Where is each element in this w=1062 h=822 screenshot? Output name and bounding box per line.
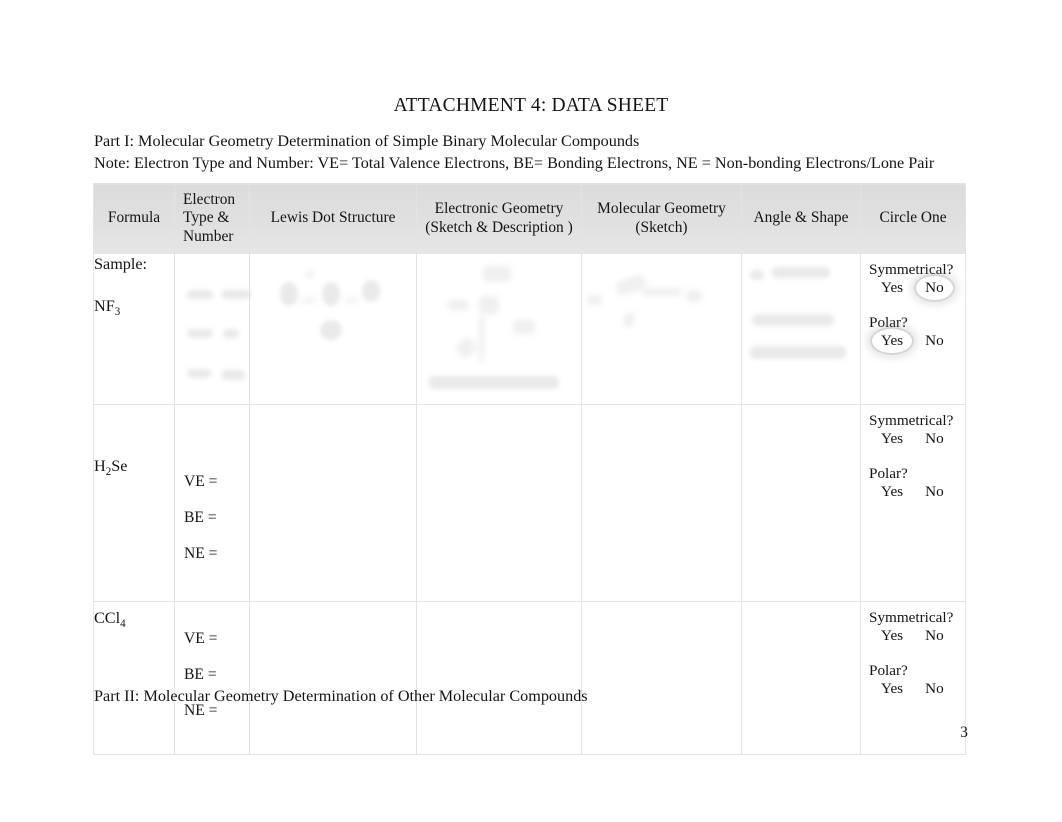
handwriting-angle-shape-sample	[742, 254, 860, 404]
cell-circle-one-h2se[interactable]: Symmetrical? Yes No Polar? Yes No	[860, 404, 966, 602]
symmetrical-yes-option[interactable]: Yes	[881, 627, 903, 645]
molecular-geometry-table: Formula Electron Type & Number Lewis Dot…	[93, 183, 966, 755]
polar-options-sample[interactable]: Yes No	[869, 327, 944, 355]
header-electronic-geometry-line1: Electronic Geometry	[434, 200, 564, 217]
part-ii-heading: Part II: Molecular Geometry Determinatio…	[94, 687, 588, 705]
cell-molecular-geometry-ccl4[interactable]	[581, 601, 742, 755]
polar-no-option[interactable]: No	[925, 483, 944, 501]
symmetrical-no-option[interactable]: No	[925, 430, 944, 448]
table-header-row: Formula Electron Type & Number Lewis Dot…	[93, 183, 966, 254]
symmetrical-question-label: Symmetrical?	[869, 261, 954, 278]
polar-yes-option[interactable]: Yes	[881, 680, 903, 698]
cell-electronic-geometry-sample[interactable]	[416, 253, 582, 405]
cell-electronic-geometry-h2se[interactable]	[416, 404, 582, 602]
symmetrical-no-option[interactable]: No	[914, 274, 954, 302]
polar-yes-option[interactable]: Yes	[869, 327, 915, 355]
polar-yes-option[interactable]: Yes	[881, 483, 903, 501]
cell-electron-type-h2se[interactable]: VE = BE = NE =	[174, 404, 250, 602]
symmetrical-yes-option[interactable]: Yes	[881, 279, 903, 297]
cell-lewis-h2se[interactable]	[249, 404, 417, 602]
handwriting-electron-sample	[175, 254, 251, 404]
cell-formula-sample: Sample: NF3	[93, 253, 175, 405]
ne-label-h2se: NE =	[184, 545, 218, 562]
formula-nf3: NF3	[94, 297, 121, 318]
symmetrical-question-label: Symmetrical?	[869, 609, 954, 626]
cell-angle-shape-ccl4[interactable]	[741, 601, 861, 755]
part-i-heading: Part I: Molecular Geometry Determination…	[94, 132, 640, 150]
cell-lewis-sample[interactable]	[249, 253, 417, 405]
symmetrical-question-label: Symmetrical?	[869, 412, 954, 429]
cell-molecular-geometry-h2se[interactable]	[581, 404, 742, 602]
header-electron-type-number: Electron Type & Number	[174, 183, 250, 254]
symmetrical-options-h2se[interactable]: Yes No	[881, 430, 944, 448]
header-electron-line2: Type &	[183, 209, 230, 227]
page-number: 3	[960, 724, 968, 741]
handwriting-molecular-geometry-sample	[582, 254, 741, 404]
be-label-ccl4: BE =	[184, 666, 217, 683]
header-electron-line1: Electron	[183, 190, 236, 208]
note-line: Note: Electron Type and Number: VE= Tota…	[94, 154, 935, 172]
header-electronic-geometry: Electronic Geometry (Sketch & Descriptio…	[416, 183, 582, 254]
header-electronic-geometry-line2: (Sketch & Description )	[425, 218, 573, 236]
header-angle-shape: Angle & Shape	[741, 183, 861, 254]
polar-question-label: Polar?	[869, 314, 908, 331]
header-formula: Formula	[93, 183, 175, 254]
sample-label: Sample:	[94, 255, 148, 273]
header-molecular-geometry: Molecular Geometry (Sketch)	[581, 183, 742, 254]
cell-angle-shape-sample[interactable]	[741, 253, 861, 405]
header-molecular-geometry-line1: Molecular Geometry	[597, 200, 726, 217]
polar-options-h2se[interactable]: Yes No	[881, 483, 944, 501]
cell-lewis-ccl4[interactable]	[249, 601, 417, 755]
cell-electronic-geometry-ccl4[interactable]	[416, 601, 582, 755]
polar-no-option[interactable]: No	[925, 680, 944, 698]
table-row: CCl4 VE = BE = NE = Symmetrical? Yes No P…	[93, 601, 966, 755]
intro-block: Part I: Molecular Geometry Determination…	[94, 130, 974, 174]
symmetrical-no-option[interactable]: No	[925, 627, 944, 645]
polar-options-ccl4[interactable]: Yes No	[881, 680, 944, 698]
cell-circle-one-ccl4[interactable]: Symmetrical? Yes No Polar? Yes No	[860, 601, 966, 755]
polar-question-label: Polar?	[869, 465, 908, 482]
handwriting-lewis-sample	[250, 254, 416, 404]
header-circle-one: Circle One	[860, 183, 966, 254]
cell-formula-h2se: H2Se	[93, 404, 175, 602]
symmetrical-options-ccl4[interactable]: Yes No	[881, 627, 944, 645]
table-row: Sample: NF3 Symmetrical? Yes No Polar? Y…	[93, 253, 966, 405]
symmetrical-yes-option[interactable]: Yes	[881, 430, 903, 448]
formula-h2se: H2Se	[94, 457, 128, 478]
header-molecular-geometry-line2: (Sketch)	[635, 218, 688, 236]
cell-formula-ccl4: CCl4	[93, 601, 175, 755]
header-lewis-dot-structure: Lewis Dot Structure	[249, 183, 417, 254]
header-electron-line3: Number	[183, 227, 234, 245]
cell-electron-type-sample[interactable]	[174, 253, 251, 405]
ve-label-ccl4: VE =	[184, 630, 218, 647]
page-title: ATTACHMENT 4: DATA SHEET	[393, 95, 669, 116]
symmetrical-options-sample[interactable]: Yes No	[881, 274, 954, 302]
ve-label-h2se: VE =	[184, 473, 218, 490]
formula-ccl4: CCl4	[94, 609, 126, 630]
handwriting-electronic-geometry-sample	[417, 254, 581, 404]
cell-circle-one-sample[interactable]: Symmetrical? Yes No Polar? Yes No	[860, 253, 966, 405]
cell-electron-type-ccl4[interactable]: VE = BE = NE =	[174, 601, 250, 755]
polar-no-option[interactable]: No	[925, 332, 944, 350]
document-page: ATTACHMENT 4: DATA SHEET Part I: Molecul…	[0, 0, 1062, 822]
cell-molecular-geometry-sample[interactable]	[581, 253, 742, 405]
be-label-h2se: BE =	[184, 509, 217, 526]
table-row: H2Se VE = BE = NE = Symmetrical? Yes No P…	[93, 404, 966, 602]
cell-angle-shape-h2se[interactable]	[741, 404, 861, 602]
polar-question-label: Polar?	[869, 662, 908, 679]
